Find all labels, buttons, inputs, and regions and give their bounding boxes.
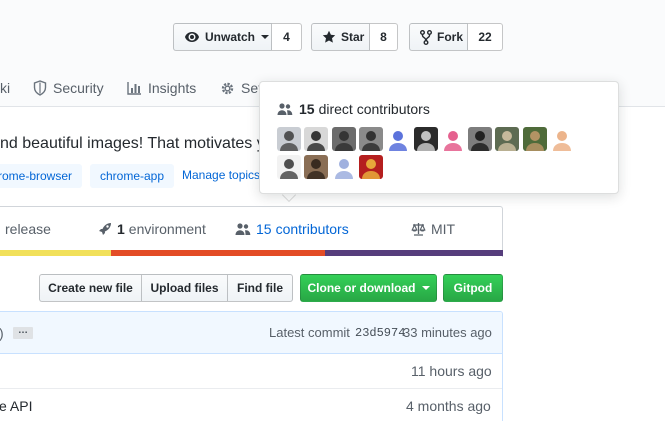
tab-insights[interactable]: Insights	[127, 80, 196, 96]
repo-description: nd beautiful images! That motivates y	[0, 135, 265, 152]
file-row[interactable]: e API 4 months ago	[0, 388, 502, 421]
contributors-popover: 15 direct contributors	[259, 81, 619, 194]
popover-count: 15	[299, 101, 315, 117]
rocket-icon	[98, 222, 112, 236]
topic-chrome-browser[interactable]: rome-browser	[0, 164, 83, 188]
tab-insights-label: Insights	[148, 80, 197, 96]
repo-forked-icon	[420, 29, 432, 45]
chevron-down-icon	[261, 35, 270, 39]
tab-wiki-label: ki	[0, 80, 11, 96]
tab-settings[interactable]: Set	[220, 80, 262, 96]
contributor-avatar-10[interactable]	[522, 127, 547, 151]
contributor-avatar-6[interactable]	[413, 127, 438, 151]
commit-sha-link[interactable]: 23d5974	[355, 326, 405, 340]
commit-tease: ) … Latest commit 23d5974 33 minutes ago	[0, 312, 502, 354]
tab-wiki[interactable]: ki	[0, 80, 10, 96]
file-row[interactable]: 11 hours ago	[0, 354, 502, 388]
contributor-avatar-14[interactable]	[331, 155, 356, 179]
star-button[interactable]: Star	[311, 23, 370, 51]
popover-title: 15 direct contributors	[277, 101, 430, 117]
contributors-count: 15	[256, 221, 272, 237]
contributor-avatar-12[interactable]	[277, 155, 301, 179]
contributors-label: contributors	[275, 221, 349, 237]
contributor-avatar-7[interactable]	[440, 127, 465, 151]
clone-or-download-button[interactable]: Clone or download	[300, 274, 437, 302]
commit-message-fragment: )	[0, 325, 4, 341]
latest-commit-label: Latest commit	[269, 325, 350, 340]
fork-count[interactable]: 22	[468, 23, 503, 51]
file-age: 11 hours ago	[411, 363, 492, 379]
tab-security-label: Security	[53, 80, 104, 96]
unwatch-button[interactable]: Unwatch	[173, 23, 272, 51]
watch-button-group: Unwatch 4	[173, 23, 302, 51]
file-name[interactable]: e API	[0, 398, 32, 414]
star-button-group: Star 8	[311, 23, 398, 51]
contributor-avatar-8[interactable]	[468, 127, 493, 151]
shield-icon	[33, 80, 47, 96]
eye-icon	[184, 30, 200, 44]
find-file-button[interactable]: Find file	[227, 274, 293, 302]
star-label: Star	[341, 30, 365, 44]
popover-label: direct contributors	[318, 101, 430, 117]
language-bar-segment[interactable]	[324, 250, 504, 256]
release-summary[interactable]: release	[5, 221, 51, 237]
contributor-avatar-11[interactable]	[550, 127, 574, 151]
contributors-summary[interactable]: 15 contributors	[235, 221, 349, 237]
fork-button-group: Fork 22	[409, 23, 503, 51]
contributor-avatar-15[interactable]	[358, 155, 383, 179]
license-label: MIT	[431, 221, 456, 237]
contributor-avatar-1[interactable]	[277, 127, 301, 151]
environment-count: 1	[117, 221, 125, 237]
language-bar-segment[interactable]	[110, 250, 326, 256]
license-summary[interactable]: MIT	[411, 221, 455, 237]
file-browser: ) … Latest commit 23d5974 33 minutes ago…	[0, 311, 503, 421]
people-icon	[277, 102, 293, 116]
law-icon	[411, 222, 426, 236]
upload-files-button[interactable]: Upload files	[141, 274, 228, 302]
manage-topics-link[interactable]: Manage topics	[182, 168, 260, 182]
contributor-avatar-5[interactable]	[386, 127, 411, 151]
contributor-avatar-4[interactable]	[358, 127, 383, 151]
environment-label: environment	[128, 221, 206, 237]
fork-button[interactable]: Fork	[409, 23, 468, 51]
clone-or-download-label: Clone or download	[307, 281, 416, 295]
star-count[interactable]: 8	[370, 23, 398, 51]
unwatch-label: Unwatch	[205, 30, 256, 44]
create-new-file-button[interactable]: Create new file	[39, 274, 142, 302]
graph-icon	[127, 81, 142, 95]
chevron-down-icon	[421, 286, 430, 290]
release-label: release	[5, 221, 51, 237]
contributor-avatar-9[interactable]	[495, 127, 520, 151]
people-icon	[235, 222, 251, 236]
language-bar-segment[interactable]	[0, 250, 112, 256]
file-age: 4 months ago	[406, 398, 491, 414]
star-icon	[322, 30, 336, 44]
tab-security[interactable]: Security	[33, 80, 104, 96]
contributor-avatar-13[interactable]	[304, 155, 329, 179]
gitpod-button[interactable]: Gitpod	[443, 274, 503, 302]
environment-summary[interactable]: 1 environment	[98, 221, 206, 237]
fork-label: Fork	[437, 30, 464, 44]
topic-chrome-app[interactable]: chrome-app	[90, 164, 175, 188]
expand-commit-button[interactable]: …	[13, 326, 33, 339]
gear-icon	[220, 81, 235, 96]
commit-age: 33 minutes ago	[403, 325, 492, 340]
contributor-avatar-3[interactable]	[331, 127, 356, 151]
contributor-avatar-2[interactable]	[304, 127, 329, 151]
watch-count[interactable]: 4	[272, 23, 302, 51]
